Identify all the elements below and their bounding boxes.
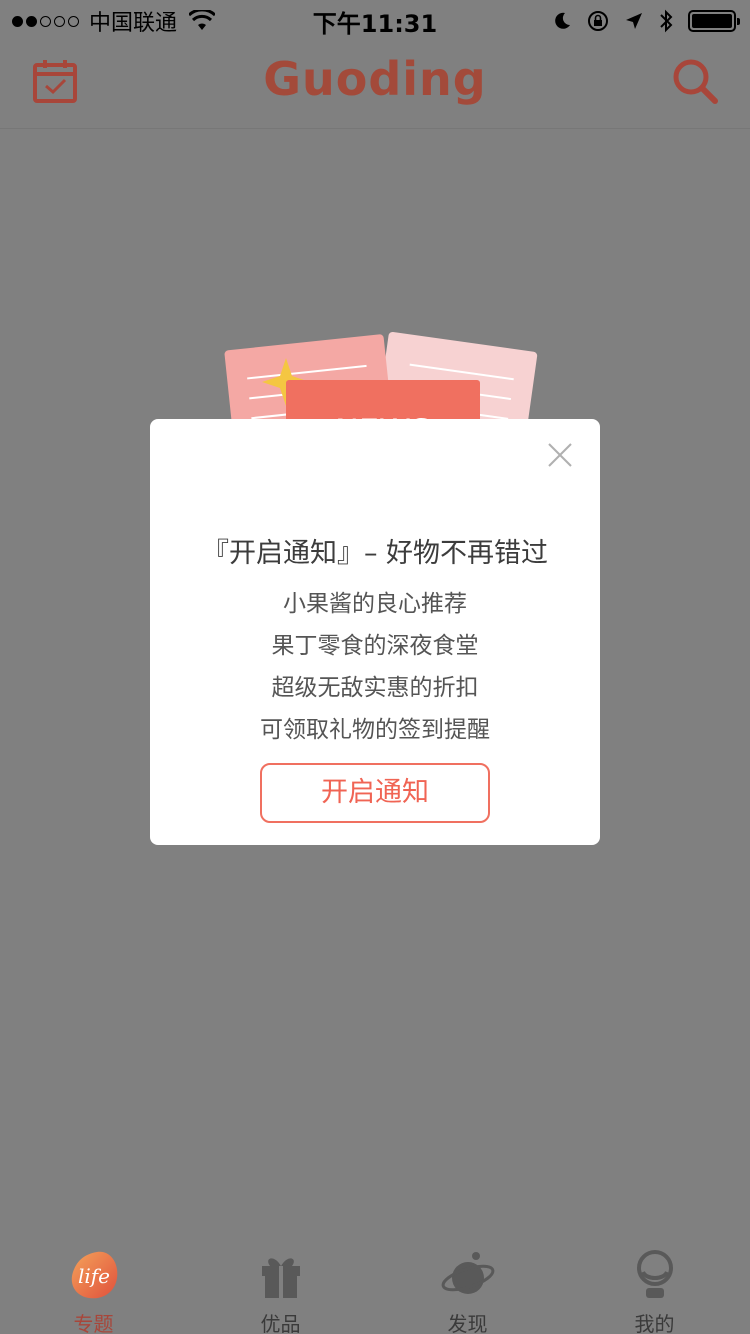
location-arrow-icon (626, 13, 642, 29)
tab-topics[interactable]: life 专题 (0, 1236, 187, 1334)
life-icon: life (71, 1251, 117, 1299)
brand-logo: Guoding (263, 52, 487, 106)
modal-title: 『开启通知』– 好物不再错过 (201, 538, 549, 569)
tab-bar: life 专题 优品 发现 我的 (0, 1236, 750, 1334)
close-icon[interactable] (546, 441, 574, 469)
user-icon (636, 1250, 673, 1298)
benefit-line: 小果酱的良心推荐 (283, 591, 467, 617)
planet-icon (441, 1252, 494, 1294)
moon-icon (555, 12, 570, 29)
bluetooth-icon (660, 9, 673, 33)
enable-notifications-button[interactable]: 开启通知 (260, 763, 490, 823)
tab-products[interactable]: 优品 (187, 1236, 374, 1334)
search-icon[interactable] (672, 58, 718, 104)
svg-text:life: life (77, 1264, 109, 1288)
status-right (552, 6, 740, 36)
notification-modal: 『开启通知』– 好物不再错过 小果酱的良心推荐 果丁零食的深夜食堂 超级无敌实惠… (150, 419, 600, 845)
benefit-line: 可领取礼物的签到提醒 (260, 717, 490, 743)
tab-label: 优品 (260, 1312, 301, 1334)
tab-label: 发现 (447, 1312, 488, 1334)
battery-icon (688, 10, 740, 32)
benefit-line: 果丁零食的深夜食堂 (271, 633, 479, 659)
nav-bar: Guoding (0, 40, 750, 129)
tab-label: 我的 (634, 1312, 675, 1334)
modal-benefits-list: 小果酱的良心推荐 果丁零食的深夜食堂 超级无敌实惠的折扣 可领取礼物的签到提醒 (150, 583, 600, 751)
benefit-line: 超级无敌实惠的折扣 (271, 675, 479, 701)
gift-icon (261, 1258, 300, 1298)
tab-discover[interactable]: 发现 (374, 1236, 561, 1334)
rotation-lock-icon (588, 11, 608, 31)
tab-label: 专题 (73, 1312, 114, 1334)
tab-profile[interactable]: 我的 (561, 1236, 748, 1334)
status-bar: 中国联通 下午11:31 (0, 0, 750, 40)
